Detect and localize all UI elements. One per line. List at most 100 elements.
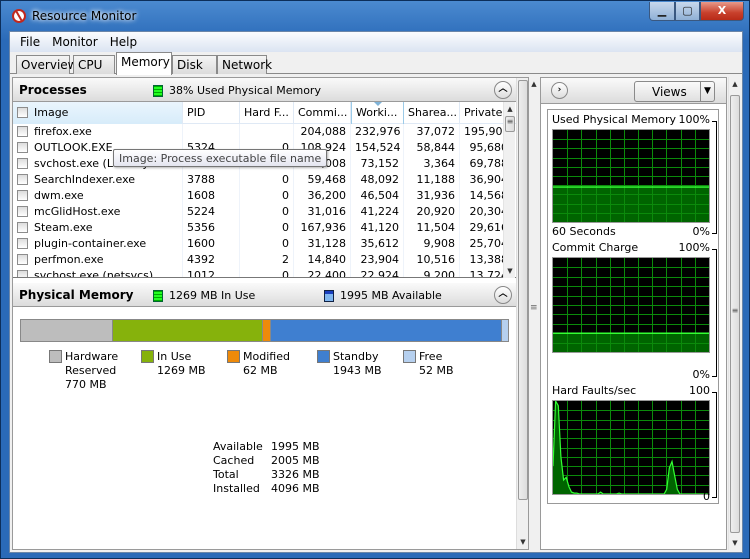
left-pane-scrollbar[interactable]: ▼ xyxy=(516,78,528,549)
col-commit[interactable]: Commi... xyxy=(294,102,351,124)
cell-text: 0 xyxy=(282,221,289,234)
row-checkbox[interactable] xyxy=(17,126,28,137)
cell-image: Steam.exe xyxy=(13,220,183,236)
cell-text: 0 xyxy=(282,189,289,202)
tab-memory[interactable]: Memory xyxy=(116,52,172,75)
scroll-thumb[interactable]: ≡ xyxy=(505,116,515,132)
stat-key: Cached xyxy=(213,454,255,467)
cell-text: 11,188 xyxy=(416,173,456,186)
cell-hard-faults: 0 xyxy=(240,220,294,236)
hard-faults-area xyxy=(553,401,709,494)
row-checkbox[interactable] xyxy=(17,174,28,185)
table-row[interactable]: SearchIndexer.exe 3788 0 59,468 48,092 11,188… xyxy=(13,172,518,188)
stat-value: 1995 MB xyxy=(271,440,320,453)
cell-text: 31,016 xyxy=(307,205,347,218)
commit-charge-max: 100% xyxy=(678,241,710,254)
bar-segment-hardware-reserved xyxy=(21,320,113,341)
row-checkbox[interactable] xyxy=(17,254,28,265)
cell-text: 232,976 xyxy=(355,125,401,138)
cell-text: 1608 xyxy=(187,189,215,202)
legend-swatch xyxy=(317,350,330,363)
row-checkbox[interactable] xyxy=(17,270,28,277)
tab-network[interactable]: Network xyxy=(217,55,272,74)
collapse-processes-button[interactable]: ︿ xyxy=(494,81,512,99)
row-checkbox[interactable] xyxy=(17,158,28,169)
maximize-button[interactable]: ▢ xyxy=(675,2,700,21)
cell-text: 37,072 xyxy=(416,125,456,138)
table-row[interactable]: dwm.exe 1608 0 36,200 46,504 31,936 14,568 xyxy=(13,188,518,204)
table-row[interactable]: firefox.exe 204,088 232,976 37,072 195,904 xyxy=(13,124,518,140)
title-bar[interactable]: Resource Monitor ▁ ▢ X xyxy=(1,1,749,31)
cell-text: 9,908 xyxy=(423,237,456,250)
cell-shareable: 58,844 xyxy=(404,140,460,156)
row-checkbox[interactable] xyxy=(17,222,28,233)
collapse-physical-memory-button[interactable]: ︿ xyxy=(494,286,512,304)
cell-hard-faults: 0 xyxy=(240,172,294,188)
physical-memory-header[interactable]: Physical Memory 1269 MB In Use 1995 MB A… xyxy=(13,283,518,307)
legend-modified: Modified 62 MB xyxy=(227,350,290,378)
table-row[interactable]: svchost.exe (netsvcs) 1012 0 22,400 22,924 9,… xyxy=(13,268,518,277)
menu-monitor[interactable]: Monitor xyxy=(46,35,104,49)
cell-working: 48,092 xyxy=(351,172,404,188)
scroll-down-arrow[interactable]: ▼ xyxy=(517,536,529,548)
col-pid[interactable]: PID xyxy=(183,102,240,124)
cell-text: 41,120 xyxy=(360,221,400,234)
legend-text: In Use xyxy=(157,350,192,363)
row-checkbox[interactable] xyxy=(17,238,28,249)
stat-row: Total 3326 MB xyxy=(213,468,320,482)
close-button[interactable]: X xyxy=(700,2,744,21)
table-row[interactable]: Steam.exe 5356 0 167,936 41,120 11,504 29,616 xyxy=(13,220,518,236)
row-checkbox[interactable] xyxy=(17,190,28,201)
cell-working: 46,504 xyxy=(351,188,404,204)
table-row[interactable]: mcGlidHost.exe 5224 0 31,016 41,224 20,920 20,… xyxy=(13,204,518,220)
col-hard-faults[interactable]: Hard F... xyxy=(240,102,294,124)
cell-hard-faults: 0 xyxy=(240,236,294,252)
pane-splitter[interactable]: ▲ ≡ xyxy=(529,77,540,550)
menu-help[interactable]: Help xyxy=(104,35,143,49)
legend-hardware-reserved: Hardware Reserved 770 MB xyxy=(49,350,118,392)
scroll-thumb[interactable] xyxy=(518,80,528,500)
table-row[interactable]: plugin-container.exe 1600 0 31,128 35,612 9,9… xyxy=(13,236,518,252)
graph-pane-scrollbar[interactable]: ▲ ≡ ▼ xyxy=(728,77,741,550)
col-shareable[interactable]: Sharea... xyxy=(404,102,460,124)
row-checkbox[interactable] xyxy=(17,206,28,217)
col-image[interactable]: Image xyxy=(13,102,183,124)
hard-faults-graph xyxy=(552,400,710,495)
cell-text: SearchIndexer.exe xyxy=(34,173,136,186)
menu-file[interactable]: File xyxy=(14,35,46,49)
hard-faults-max: 100 xyxy=(689,384,710,397)
legend-in-use: In Use 1269 MB xyxy=(141,350,206,378)
blue-graph-icon xyxy=(324,289,334,302)
scroll-down-arrow[interactable]: ▼ xyxy=(729,537,741,549)
scroll-up-arrow[interactable]: ▲ xyxy=(729,78,741,90)
scroll-up-arrow[interactable]: ▲ xyxy=(504,103,516,115)
row-checkbox[interactable] xyxy=(17,142,28,153)
splitter-up-arrow: ▲ xyxy=(531,80,537,88)
views-dropdown[interactable]: Views ▼ xyxy=(634,81,715,102)
tab-overview[interactable]: Overview xyxy=(16,55,78,74)
table-row[interactable]: perfmon.exe 4392 2 14,840 23,904 10,516 13,388 xyxy=(13,252,518,268)
select-all-checkbox[interactable] xyxy=(17,107,28,118)
cell-shareable: 37,072 xyxy=(404,124,460,140)
used-physical-text: 38% Used Physical Memory xyxy=(169,84,321,97)
cell-text: 3788 xyxy=(187,173,215,186)
minimize-button[interactable]: ▁ xyxy=(649,2,675,21)
cell-image: dwm.exe xyxy=(13,188,183,204)
expand-pane-button[interactable]: › xyxy=(551,82,568,99)
cell-text: 4392 xyxy=(187,253,215,266)
processes-header[interactable]: Processes 38% Used Physical Memory ︿ xyxy=(13,78,518,102)
stat-row: Cached 2005 MB xyxy=(213,454,320,468)
physical-memory-title: Physical Memory xyxy=(19,288,134,302)
processes-scrollbar[interactable]: ▲ ≡ ▼ xyxy=(503,102,515,278)
cell-image: SearchIndexer.exe xyxy=(13,172,183,188)
memory-usage-bar xyxy=(20,319,509,342)
legend-text: Free xyxy=(419,350,443,363)
tab-cpu[interactable]: CPU xyxy=(73,55,115,74)
scroll-down-arrow[interactable]: ▼ xyxy=(504,265,516,277)
tab-disk[interactable]: Disk xyxy=(172,55,217,74)
cell-text: 31,936 xyxy=(416,189,456,202)
col-working-set[interactable]: Worki... xyxy=(351,102,404,124)
bar-segment-standby xyxy=(270,320,502,341)
cell-hard-faults: 0 xyxy=(240,188,294,204)
scroll-thumb[interactable]: ≡ xyxy=(730,95,740,533)
